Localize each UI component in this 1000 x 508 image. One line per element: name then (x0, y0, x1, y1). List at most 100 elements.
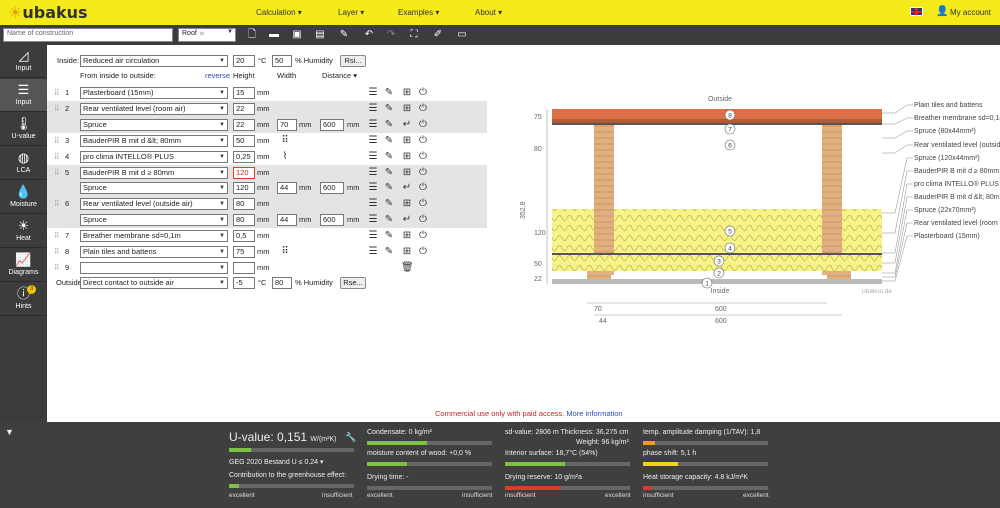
power-icon[interactable]: ⏻ (417, 87, 429, 99)
layer-width-input[interactable]: 70 (277, 118, 297, 131)
pencil-icon[interactable]: ✎ (383, 198, 395, 210)
power-icon[interactable]: ⏻ (417, 119, 429, 131)
drag-handle-icon[interactable]: ⠿ (54, 87, 60, 99)
layer-width-input[interactable]: 44 (277, 214, 297, 227)
power-icon[interactable]: ⏻ (417, 198, 429, 210)
more-info-link[interactable]: More information (566, 409, 622, 418)
drag-handle-icon[interactable]: ⠿ (54, 198, 60, 210)
add-layer-icon[interactable]: ⊞ (401, 230, 413, 242)
wrench-icon[interactable]: 🔧 (345, 432, 356, 443)
pencil-icon[interactable]: ✎ (383, 230, 395, 242)
pdf-icon[interactable]: ▤ (314, 28, 326, 41)
pencil-icon[interactable]: ✎ (383, 246, 395, 258)
layer-height-input[interactable]: 0,25 (233, 150, 255, 163)
sidebar-item-hints[interactable]: ⓘ Hints 3 (0, 283, 47, 316)
return-icon[interactable]: ↵ (401, 182, 413, 194)
layer-width-input[interactable]: 44 (277, 182, 297, 195)
layer-material-select[interactable]: pro clima INTELLO® PLUS (80, 150, 228, 163)
add-layer-icon[interactable]: ⊞ (401, 135, 413, 147)
power-icon[interactable]: ⏻ (417, 135, 429, 147)
power-icon[interactable]: ⏻ (417, 246, 429, 258)
power-icon[interactable]: ⏻ (417, 214, 429, 226)
layer-material-select[interactable]: Spruce (80, 214, 228, 227)
menu-about[interactable]: About ▾ (475, 8, 502, 17)
inside-temp-input[interactable]: 20 (233, 55, 255, 67)
menu-icon[interactable]: ☰ (367, 103, 379, 115)
menu-icon[interactable]: ☰ (367, 87, 379, 99)
sidebar-item-lca[interactable]: ◍ LCA (0, 147, 47, 180)
layer-height-input[interactable]: 75 (233, 246, 255, 258)
layer-height-input[interactable]: 80 (233, 198, 255, 211)
menu-icon[interactable]: ☰ (367, 167, 379, 179)
menu-icon[interactable]: ☰ (367, 230, 379, 242)
open-folder-icon[interactable]: ▬ (268, 28, 280, 41)
sidebar-item-input-1[interactable]: ◿ Input (0, 45, 47, 78)
outside-temp-input[interactable]: -5 (233, 277, 255, 289)
menu-calculation[interactable]: Calculation ▾ (256, 8, 302, 17)
construction-name-input[interactable]: Name of construction (3, 28, 173, 42)
save-icon[interactable]: ▣ (291, 28, 303, 41)
menu-examples[interactable]: Examples ▾ (398, 8, 439, 17)
layer-material-select[interactable]: Breather membrane sd=0,1m (80, 230, 228, 243)
sidebar-item-moisture[interactable]: 💧 Moisture (0, 181, 47, 214)
power-icon[interactable]: ⏻ (417, 230, 429, 242)
layer-height-input[interactable]: 50 (233, 134, 255, 147)
add-layer-icon[interactable]: ⊞ (401, 246, 413, 258)
my-account-link[interactable]: My account (950, 8, 991, 17)
add-layer-icon[interactable]: ⊞ (401, 151, 413, 163)
menu-layer[interactable]: Layer ▾ (338, 8, 364, 17)
drag-handle-icon[interactable]: ⠿ (54, 167, 60, 179)
layer-height-input[interactable]: 120 (233, 182, 255, 195)
sidebar-item-input-2[interactable]: ☰ Input (0, 79, 47, 112)
power-icon[interactable]: ⏻ (417, 182, 429, 194)
layer-material-select[interactable]: BauderPIR B mit d ≥ 80mm (80, 166, 228, 179)
layer-distance-input[interactable]: 600 (320, 182, 344, 195)
return-icon[interactable]: ↵ (401, 214, 413, 226)
power-icon[interactable]: ⏻ (417, 167, 429, 179)
power-icon[interactable]: ⏻ (417, 103, 429, 115)
pencil-icon[interactable]: ✎ (383, 119, 395, 131)
add-layer-icon[interactable]: ⊞ (401, 87, 413, 99)
layer-height-input[interactable] (233, 261, 255, 274)
pencil-icon[interactable]: ✎ (383, 151, 395, 163)
layer-material-select[interactable] (80, 261, 228, 274)
comment-icon[interactable]: ▭ (456, 28, 468, 41)
drag-handle-icon[interactable]: ⠿ (54, 246, 60, 258)
layer-height-input[interactable]: 15 (233, 87, 255, 99)
geg-label[interactable]: GEG 2020 Bestand U ≤ 0.24 ▾ (229, 458, 324, 466)
menu-icon[interactable]: ☰ (367, 182, 379, 194)
layer-height-input[interactable]: 80 (233, 214, 255, 227)
menu-icon[interactable]: ☰ (367, 135, 379, 147)
sidebar-item-u-value[interactable]: 🌡 U-value (0, 113, 47, 146)
collapse-toggle-icon[interactable]: ▼ (5, 427, 14, 437)
menu-icon[interactable]: ☰ (367, 198, 379, 210)
drag-handle-icon[interactable]: ⠿ (54, 230, 60, 242)
drag-handle-icon[interactable]: ⠿ (54, 103, 60, 115)
pencil-icon[interactable]: ✎ (383, 182, 395, 194)
tools-icon[interactable]: ✐ (432, 28, 444, 41)
new-file-icon[interactable]: 🗋 (246, 28, 258, 41)
layer-material-select[interactable]: Plain tiles and battens (80, 246, 228, 258)
rsi-button[interactable]: Rsi... (340, 55, 366, 67)
layer-material-select[interactable]: Spruce (80, 118, 228, 131)
menu-icon[interactable]: ☰ (367, 214, 379, 226)
menu-icon[interactable]: ☰ (367, 119, 379, 131)
pencil-icon[interactable]: ✎ (383, 135, 395, 147)
layer-height-input[interactable]: 22 (233, 118, 255, 131)
outside-humidity-input[interactable]: 80 (272, 277, 292, 289)
layer-material-select[interactable]: Spruce (80, 182, 228, 195)
pencil-icon[interactable]: ✎ (383, 167, 395, 179)
edit-icon[interactable]: ✎ (338, 28, 350, 41)
user-icon[interactable]: 👤 (936, 6, 948, 17)
inside-humidity-input[interactable]: 50 (272, 55, 292, 67)
sidebar-item-heat[interactable]: ☀ Heat (0, 215, 47, 248)
add-layer-icon[interactable]: ⊞ (401, 167, 413, 179)
layer-distance-input[interactable]: 600 (320, 214, 344, 227)
add-layer-icon[interactable]: ⊞ (401, 198, 413, 210)
layer-distance-input[interactable]: 600 (320, 118, 344, 131)
reverse-link[interactable]: reverse (205, 70, 230, 82)
uk-flag-icon[interactable] (910, 7, 923, 16)
trash-icon[interactable]: 🗑 (401, 262, 414, 274)
layer-height-input[interactable]: 22 (233, 102, 255, 115)
logo[interactable]: ☀ubakus (8, 3, 88, 22)
